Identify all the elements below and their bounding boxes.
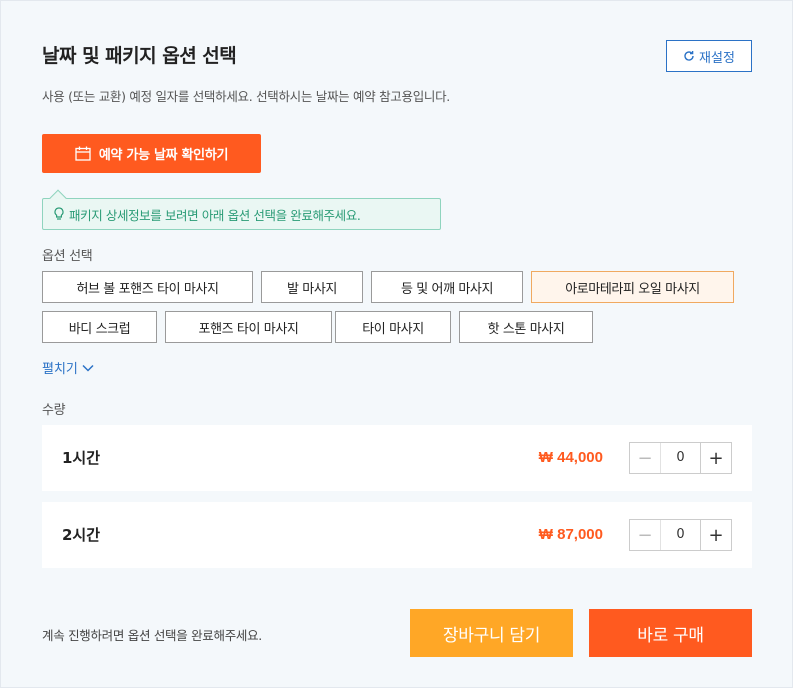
notice-text: 패키지 상세정보를 보려면 아래 옵션 선택을 완료해주세요.	[69, 207, 361, 223]
expand-options-link[interactable]: 펼치기	[42, 358, 94, 377]
quantity-label: 수량	[42, 403, 66, 418]
quantity-row-price: ₩ 87,000	[538, 526, 603, 543]
decrement-button[interactable]: −	[630, 520, 661, 550]
completion-note: 계속 진행하려면 옵션 선택을 완료해주세요.	[42, 628, 262, 643]
option-thai-massage[interactable]: 타이 마사지	[335, 311, 451, 343]
quantity-stepper: − 0 +	[629, 442, 732, 474]
quantity-row-name: 2시간	[62, 526, 101, 544]
quantity-row-2h: 2시간 ₩ 87,000 − 0 +	[42, 502, 752, 568]
quantity-row-name: 1시간	[62, 449, 101, 467]
option-foot-massage[interactable]: 발 마사지	[261, 271, 363, 303]
option-aromatherapy-oil-massage[interactable]: 아로마테라피 오일 마사지	[531, 271, 734, 303]
notice-pointer	[49, 189, 67, 207]
page-title: 날짜 및 패키지 옵션 선택	[42, 45, 237, 67]
calendar-icon	[75, 146, 91, 161]
buy-now-button[interactable]: 바로 구매	[589, 609, 752, 657]
option-hot-stone-massage[interactable]: 핫 스톤 마사지	[459, 311, 593, 343]
expand-label: 펼치기	[42, 362, 78, 377]
check-available-date-button[interactable]: 예약 가능 날짜 확인하기	[42, 134, 261, 173]
option-four-hands-thai-massage[interactable]: 포핸즈 타이 마사지	[165, 311, 332, 343]
notice-tooltip: 패키지 상세정보를 보려면 아래 옵션 선택을 완료해주세요.	[42, 189, 441, 230]
add-to-cart-button[interactable]: 장바구니 담기	[410, 609, 573, 657]
quantity-stepper: − 0 +	[629, 519, 732, 551]
option-back-shoulder-massage[interactable]: 등 및 어깨 마사지	[371, 271, 523, 303]
increment-button[interactable]: +	[700, 520, 731, 550]
check-date-label: 예약 가능 날짜 확인하기	[98, 148, 229, 163]
decrement-button[interactable]: −	[630, 443, 661, 473]
date-description: 사용 (또는 교환) 예정 일자를 선택하세요. 선택하시는 날짜는 예약 참고…	[42, 89, 450, 104]
chevron-down-icon	[82, 364, 94, 372]
increment-button[interactable]: +	[700, 443, 731, 473]
option-body-scrub[interactable]: 바디 스크럽	[42, 311, 157, 343]
quantity-row-price: ₩ 44,000	[538, 449, 603, 466]
reset-button[interactable]: 재설정	[666, 40, 752, 72]
options-label: 옵션 선택	[42, 249, 93, 264]
option-panel: 날짜 및 패키지 옵션 선택 재설정 사용 (또는 교환) 예정 일자를 선택하…	[0, 0, 793, 688]
option-herbal-ball-four-hands[interactable]: 허브 볼 포핸즈 타이 마사지	[42, 271, 253, 303]
quantity-value[interactable]: 0	[661, 520, 700, 550]
quantity-value[interactable]: 0	[661, 443, 700, 473]
refresh-icon	[684, 51, 694, 61]
reset-label: 재설정	[699, 50, 735, 66]
lightbulb-icon	[54, 207, 64, 220]
quantity-row-1h: 1시간 ₩ 44,000 − 0 +	[42, 425, 752, 491]
